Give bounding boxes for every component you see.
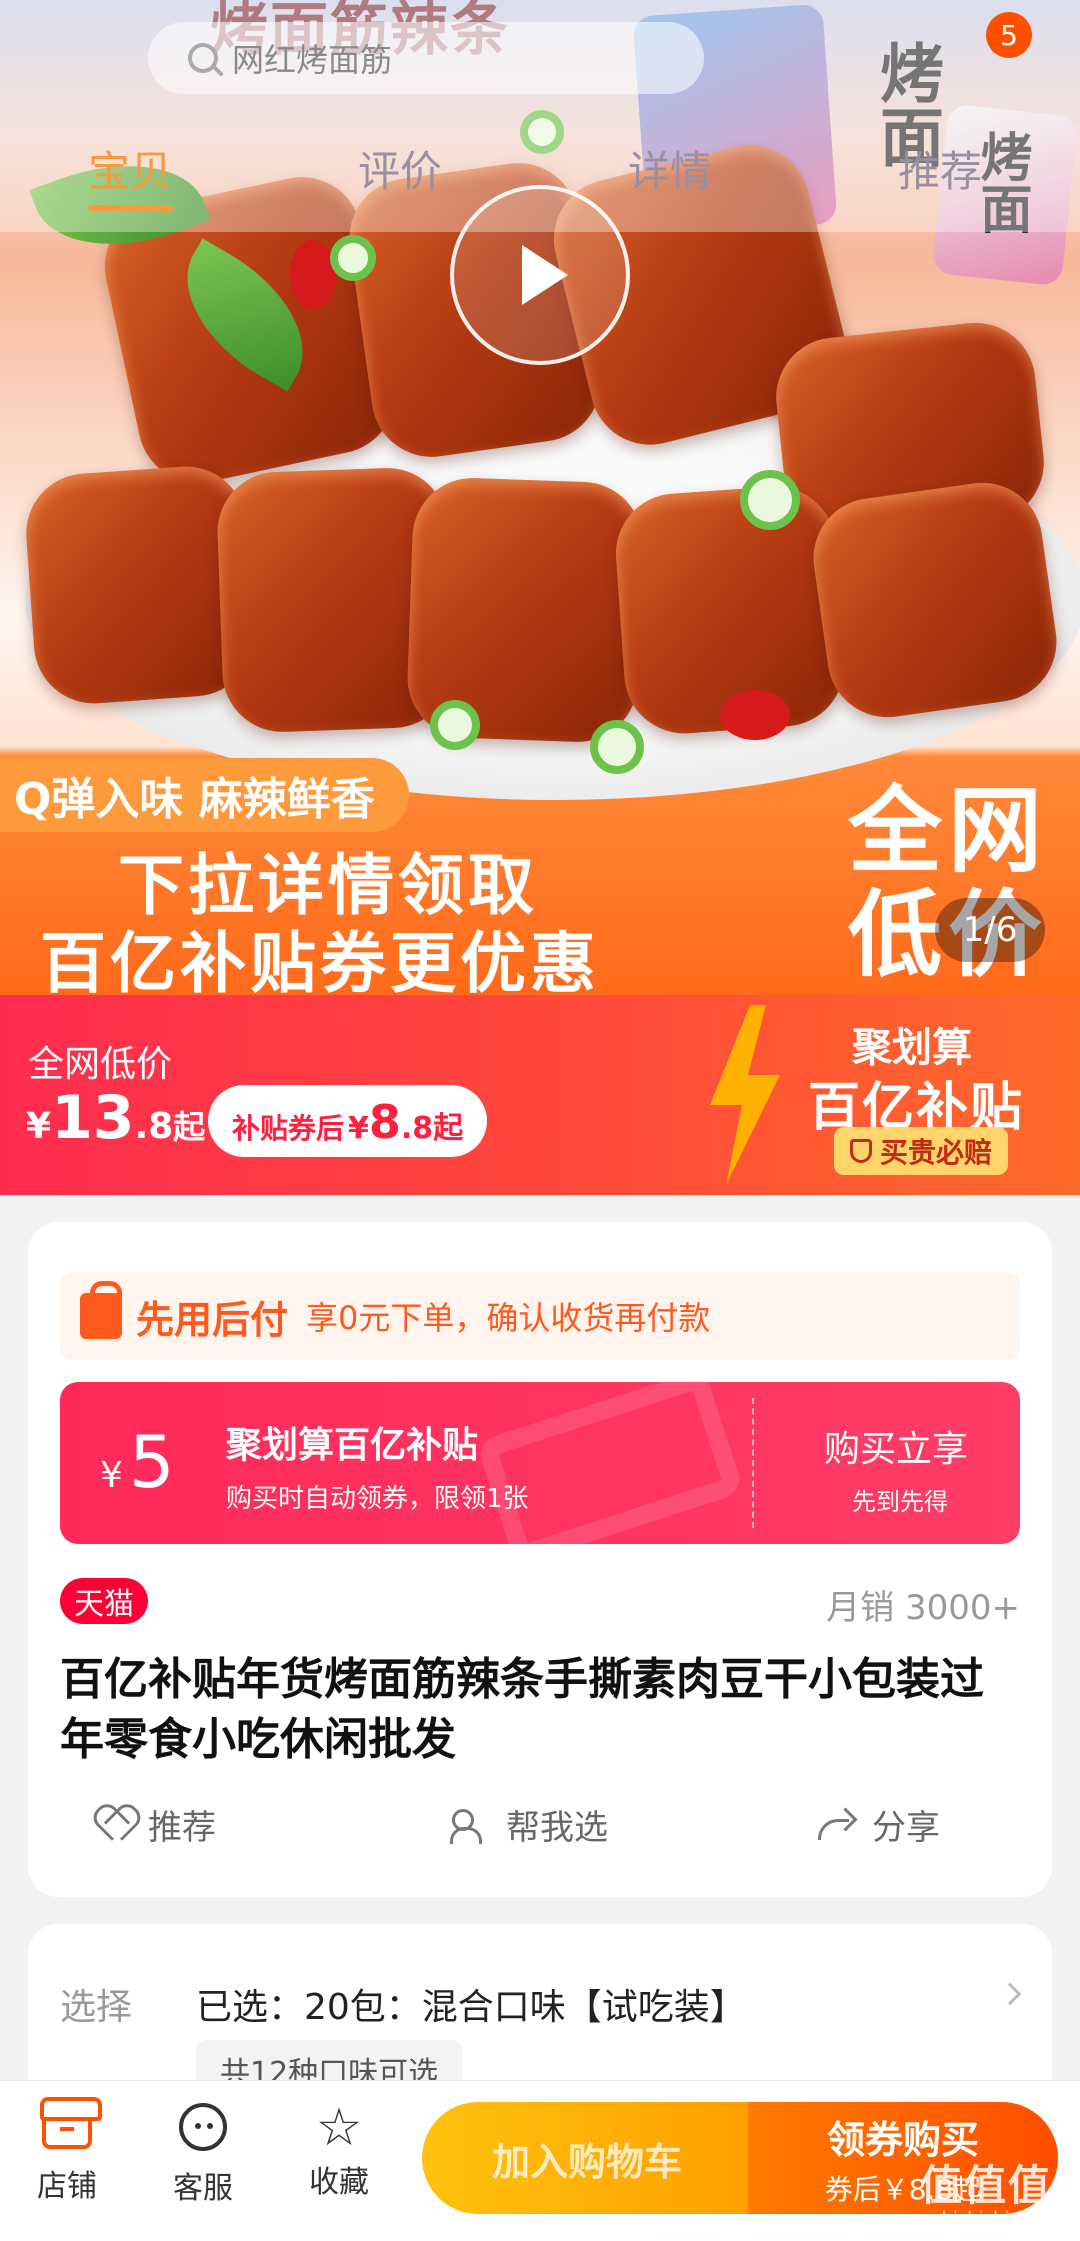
price-integer: 13: [51, 1083, 135, 1153]
site-watermark: 值值值: [920, 2161, 1053, 2210]
coupon-integer: 8: [368, 1095, 401, 1149]
recommend-button[interactable]: 推荐: [96, 1800, 216, 1849]
favorite-label: 收藏: [309, 2165, 369, 2200]
tmall-badge: 天猫: [60, 1578, 148, 1624]
monthly-sales: 月销 3000+: [826, 1588, 1020, 1628]
play-icon: [522, 245, 568, 305]
store-label: 店铺: [37, 2169, 97, 2204]
scallion-slice: [430, 700, 480, 750]
product-actions: 推荐 帮我选 分享: [28, 1800, 1052, 1860]
tab-details[interactable]: 详情: [628, 138, 712, 199]
coupon-amount-currency: ¥: [100, 1455, 123, 1496]
scallion-slice: [740, 470, 800, 530]
coupon-amount: ¥5: [100, 1420, 175, 1504]
price-guarantee-text: 买贵必赔: [880, 1136, 993, 1169]
selection-value[interactable]: 已选：20包：混合口味【试吃装】: [196, 1978, 746, 2030]
coupon-price-pill: 补贴券后 ¥8.8 起: [208, 1085, 488, 1157]
star-icon: ☆: [315, 2098, 363, 2158]
hero-promo-line2: 百亿补贴券更优惠: [40, 925, 600, 995]
shopping-bag-icon: [80, 1281, 122, 1339]
nav-tabs: 宝贝 评价 详情 推荐: [0, 138, 1080, 208]
store-button[interactable]: 店铺: [12, 2097, 122, 2205]
image-counter: 1/6: [935, 898, 1045, 962]
price-guarantee-badge: 买贵必赔: [834, 1127, 1009, 1175]
lightning-bolt-icon: [710, 1005, 780, 1185]
cart-count-badge[interactable]: 5: [986, 12, 1032, 58]
scallion-slice: [330, 235, 376, 281]
heart-icon: [96, 1808, 132, 1842]
coupon-label: 补贴券后: [232, 1112, 345, 1145]
search-icon: [188, 43, 218, 73]
selection-label: 选择: [60, 1987, 133, 2028]
ticket-icon: [475, 1382, 745, 1544]
coupon-currency: ¥: [348, 1111, 369, 1146]
food-piece: [805, 475, 1065, 725]
people-icon: [450, 1808, 490, 1844]
price-label: 全网低价: [28, 1044, 173, 1085]
coupon-title: 聚划算百亿补贴: [226, 1425, 479, 1466]
price-value: ¥13.8起: [26, 1083, 205, 1153]
customer-service-icon: [179, 2103, 227, 2151]
price-decimal: .8: [134, 1106, 174, 1147]
coupon-suffix: 起: [433, 1111, 464, 1146]
coupon-desc: 购买时自动领券，限领1张: [226, 1484, 529, 1514]
product-title: 百亿补贴年货烤面筋辣条手撕素肉豆干小包装过年零食小吃休闲批发: [60, 1654, 984, 1765]
tab-reviews[interactable]: 评价: [358, 138, 442, 199]
subsidy-coupon[interactable]: ¥5 聚划算百亿补贴 购买时自动领券，限领1张 购买立享 先到先得: [60, 1382, 1020, 1544]
coupon-cta[interactable]: 购买立享: [824, 1420, 968, 1472]
tab-recommend[interactable]: 推荐: [898, 138, 982, 199]
coupon-decimal: .8: [400, 1111, 434, 1146]
coupon-divider: [752, 1398, 754, 1528]
coupon-cta-sub: 先到先得: [852, 1488, 948, 1516]
search-bar[interactable]: 网红烤面筋: [148, 22, 704, 94]
favorite-button[interactable]: ☆ 收藏: [284, 2098, 394, 2201]
recommend-label: 推荐: [148, 1808, 216, 1848]
customer-service-button[interactable]: 客服: [148, 2103, 258, 2207]
chili-slice: [290, 240, 336, 310]
store-icon: [40, 2097, 102, 2149]
chili-slice: [720, 690, 790, 740]
price-bar: 全网低价 ¥13.8起 补贴券后 ¥8.8 起 聚划算 百亿补贴 买贵必赔: [0, 995, 1080, 1195]
shield-icon: [850, 1139, 872, 1163]
site-watermark-url: zhizhizhi.com: [932, 2208, 1054, 2229]
pay-later-banner[interactable]: 先用后付 享0元下单，确认收货再付款: [60, 1272, 1020, 1360]
customer-service-label: 客服: [173, 2171, 233, 2206]
scallion-slice: [590, 720, 644, 774]
share-label: 分享: [872, 1808, 940, 1848]
search-placeholder: 网红烤面筋: [232, 41, 393, 79]
help-me-choose-button[interactable]: 帮我选: [450, 1800, 608, 1849]
active-tab-underline: [88, 205, 174, 211]
coupon-amount-number: 5: [128, 1420, 175, 1504]
pay-later-desc: 享0元下单，确认收货再付款: [306, 1299, 711, 1337]
tab-baobei[interactable]: 宝贝: [88, 138, 172, 199]
share-icon: [818, 1809, 856, 1841]
hero-tagline: Q弹入味 麻辣鲜香: [0, 758, 409, 832]
share-button[interactable]: 分享: [818, 1800, 940, 1849]
pay-later-title: 先用后付: [136, 1297, 289, 1342]
price-currency: ¥: [26, 1106, 52, 1147]
price-suffix: 起: [173, 1108, 206, 1146]
add-to-cart-button[interactable]: 加入购物车: [422, 2102, 752, 2214]
help-me-choose-label: 帮我选: [506, 1808, 608, 1848]
